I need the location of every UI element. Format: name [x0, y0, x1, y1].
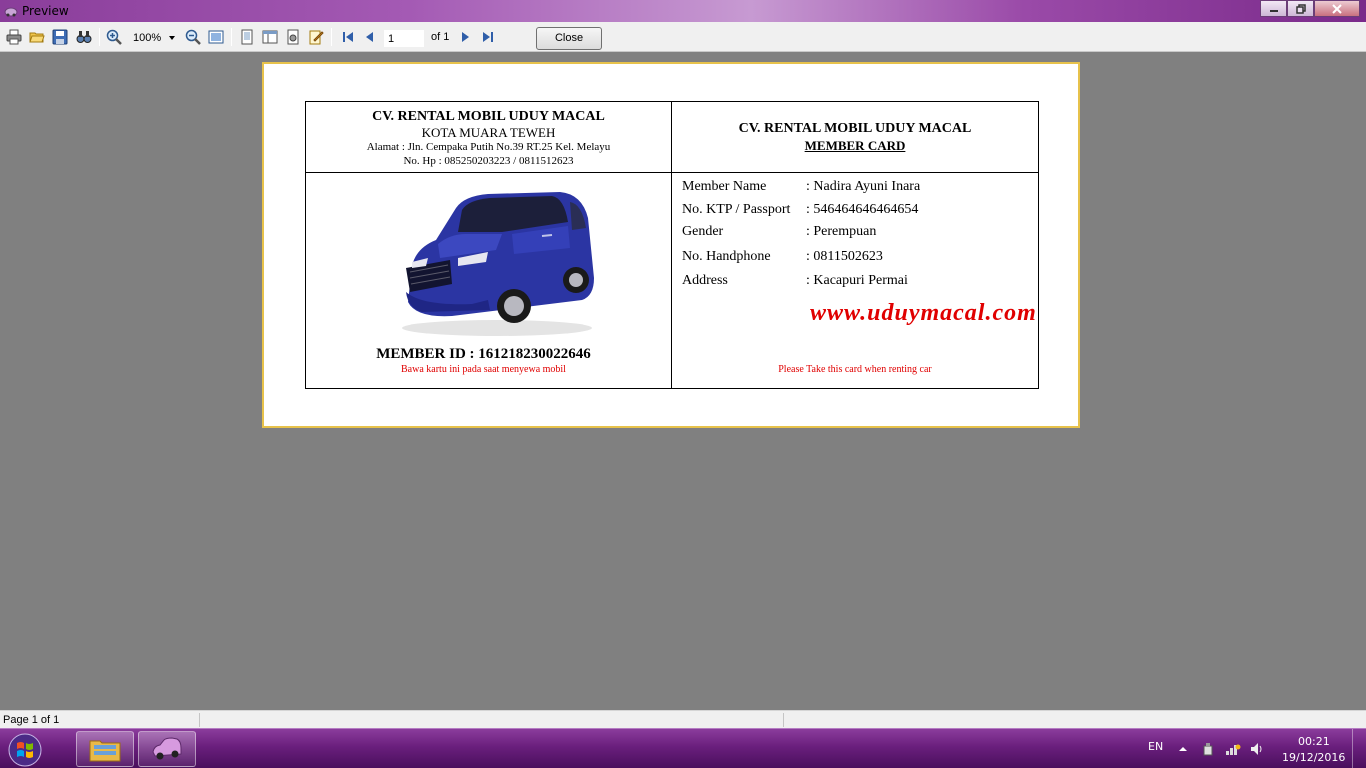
print-icon[interactable] [5, 28, 23, 46]
field-value-ktp: : 546464646464654 [806, 202, 919, 217]
page-number-input[interactable] [384, 30, 424, 47]
card-note-right: Please Take this card when renting car [778, 364, 932, 375]
field-label-address: Address [682, 273, 728, 288]
company-name: CV. RENTAL MOBIL UDUY MACAL [372, 109, 605, 124]
car-app-icon [152, 737, 182, 760]
prev-page-icon[interactable] [361, 28, 379, 46]
show-desktop-button[interactable] [1352, 729, 1366, 768]
close-button[interactable]: Close [536, 27, 602, 50]
one-page-icon[interactable] [238, 28, 256, 46]
field-label-ktp: No. KTP / Passport [682, 202, 791, 217]
first-page-icon[interactable] [339, 28, 357, 46]
clock-date[interactable]: 19/12/2016 [1282, 751, 1345, 764]
app-icon [4, 4, 18, 18]
full-page-icon[interactable] [207, 28, 225, 46]
zoom-select[interactable]: 100% [130, 29, 178, 47]
card-header-divider [306, 172, 1038, 173]
window-title: Preview [22, 4, 69, 18]
website-text: www.uduymacal.com [810, 300, 1037, 326]
car-image [402, 192, 594, 336]
card-title: MEMBER CARD [804, 138, 906, 153]
company-phone: No. Hp : 085250203223 / 0811512623 [403, 155, 574, 167]
usb-device-icon[interactable] [1200, 741, 1216, 757]
save-icon[interactable] [51, 28, 69, 46]
zoom-out-icon[interactable] [184, 28, 202, 46]
open-icon[interactable] [28, 28, 46, 46]
taskbar: EN 00:21 19/12/2016 [0, 728, 1366, 768]
status-bar: Page 1 of 1 [0, 710, 1366, 728]
folder-icon [89, 740, 121, 762]
field-label-gender: Gender [682, 224, 724, 239]
status-page-text: Page 1 of 1 [3, 714, 60, 726]
field-value-gender: : Perempuan [806, 224, 877, 239]
field-label-member-name: Member Name [682, 179, 767, 194]
zoom-value: 100% [133, 32, 162, 44]
company-city: KOTA MUARA TEWEH [421, 125, 556, 140]
windows-logo-icon [8, 733, 42, 767]
field-label-handphone: No. Handphone [682, 249, 771, 264]
toolbar: 100% of 1 Close [0, 22, 1366, 52]
edit-icon[interactable] [307, 28, 325, 46]
maximize-button[interactable] [1287, 0, 1314, 17]
field-value-member-name: : Nadira Ayuni Inara [806, 179, 921, 194]
clock-time[interactable]: 00:21 [1298, 735, 1330, 748]
find-icon[interactable] [75, 28, 93, 46]
chevron-down-icon [169, 36, 175, 40]
zoom-in-icon[interactable] [105, 28, 123, 46]
minimize-button[interactable] [1260, 0, 1287, 17]
field-value-address: : Kacapuri Permai [806, 273, 908, 288]
member-card: CV. RENTAL MOBIL UDUY MACAL KOTA MUARA T… [305, 101, 1039, 389]
taskbar-app-button[interactable] [138, 731, 196, 767]
close-window-button[interactable] [1314, 0, 1360, 17]
page-count-label: of 1 [431, 31, 450, 43]
field-value-handphone: : 0811502623 [806, 249, 883, 264]
last-page-icon[interactable] [479, 28, 497, 46]
network-icon[interactable] [1225, 741, 1241, 757]
card-note-id: Bawa kartu ini pada saat menyewa mobil [401, 364, 566, 375]
page-setup-icon[interactable] [284, 28, 302, 46]
two-page-icon[interactable] [261, 28, 279, 46]
title-bar: Preview [0, 0, 1366, 22]
taskbar-explorer-button[interactable] [76, 731, 134, 767]
language-indicator[interactable]: EN [1148, 740, 1163, 753]
company-address: Alamat : Jln. Cempaka Putih No.39 RT.25 … [366, 141, 611, 153]
next-page-icon[interactable] [456, 28, 474, 46]
member-id: MEMBER ID : 161218230022646 [376, 346, 591, 362]
card-company-name: CV. RENTAL MOBIL UDUY MACAL [738, 121, 972, 136]
volume-icon[interactable] [1249, 741, 1265, 757]
start-button[interactable] [4, 731, 46, 768]
show-hidden-icons-icon[interactable] [1175, 741, 1191, 757]
